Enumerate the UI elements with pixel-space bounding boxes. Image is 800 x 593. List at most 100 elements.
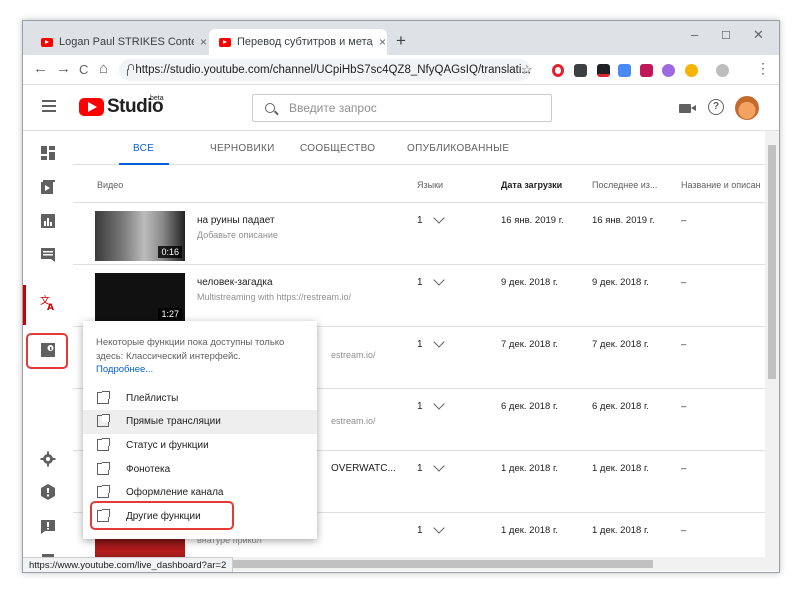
browser-menu-icon[interactable]: ⋮: [756, 60, 770, 77]
menu-item-status-features[interactable]: Статус и функции: [83, 434, 317, 458]
language-count: 1: [417, 277, 423, 288]
browser-tab-logan-paul[interactable]: Logan Paul STRIKES Content, Poi ×: [31, 29, 207, 55]
url-text: https://studio.youtube.com/channel/UCpiH…: [135, 64, 531, 76]
minimize-icon[interactable]: –: [691, 27, 698, 42]
last-edited: 16 янв. 2019 г.: [592, 215, 655, 226]
extension-icon[interactable]: [597, 64, 610, 77]
video-description: estream.io/: [331, 350, 376, 360]
menu-item-live-streaming[interactable]: Прямые трансляции: [83, 410, 317, 434]
upload-date: 7 дек. 2018 г.: [501, 339, 558, 350]
maximize-icon[interactable]: ☐: [721, 29, 731, 42]
youtube-logo-icon[interactable]: [79, 98, 104, 116]
opera-extension-icon[interactable]: [552, 64, 564, 77]
video-thumbnail[interactable]: 1:27: [95, 273, 185, 323]
menu-item-label: Прямые трансляции: [126, 416, 221, 427]
analytics-icon[interactable]: [40, 213, 56, 229]
active-indicator: [23, 285, 26, 325]
create-video-icon[interactable]: [679, 104, 696, 113]
classic-notice: Некоторые функции пока доступны только з…: [96, 337, 285, 362]
browser-tab-translations[interactable]: Перевод субтитров и метаданн ×: [209, 29, 387, 55]
help-icon[interactable]: ?: [708, 99, 724, 115]
horizontal-scroll-thumb[interactable]: [233, 560, 653, 568]
address-bar[interactable]: https://studio.youtube.com/channel/UCpiH…: [119, 59, 531, 81]
video-thumbnail[interactable]: 0:16: [95, 211, 185, 261]
header-title-description[interactable]: Название и описан: [681, 180, 761, 190]
external-link-icon: [97, 414, 110, 427]
close-window-icon[interactable]: ✕: [753, 27, 764, 43]
last-edited: 7 дек. 2018 г.: [592, 339, 649, 350]
title-description-status: –: [681, 215, 687, 226]
horizontal-scrollbar[interactable]: [223, 557, 779, 571]
extension-icon[interactable]: [618, 64, 631, 77]
header-upload-date[interactable]: Дата загрузки: [501, 180, 562, 190]
extension-icon[interactable]: [685, 64, 698, 77]
extension-icon[interactable]: [662, 64, 675, 77]
menu-item-label: Статус и функции: [126, 440, 209, 451]
search-input[interactable]: Введите запрос: [252, 94, 552, 122]
chevron-down-icon[interactable]: [433, 212, 445, 224]
search-icon: [265, 103, 275, 113]
vertical-scroll-thumb[interactable]: [768, 145, 776, 379]
table-row[interactable]: 1:27 человек-загадка Multistreaming with…: [73, 265, 765, 327]
home-icon[interactable]: ⌂: [99, 60, 108, 77]
feedback-icon[interactable]: [40, 519, 56, 535]
profile-icon[interactable]: [716, 64, 729, 77]
video-description: Добавьте описание: [197, 230, 278, 240]
tab-strip: Logan Paul STRIKES Content, Poi × Перево…: [23, 21, 779, 55]
video-title[interactable]: человек-загадка: [197, 277, 273, 288]
menu-item-playlists[interactable]: Плейлисты: [83, 387, 317, 411]
classic-studio-menu: Некоторые функции пока доступны только з…: [83, 321, 317, 539]
upload-date: 9 дек. 2018 г.: [501, 277, 558, 288]
video-title[interactable]: OVERWATC...: [331, 463, 396, 474]
avatar[interactable]: [735, 96, 759, 120]
videos-icon[interactable]: [40, 179, 56, 195]
last-edited: 1 дек. 2018 г.: [592, 463, 649, 474]
video-duration: 1:27: [158, 308, 182, 320]
header-last-edited[interactable]: Последнее из...: [592, 180, 657, 190]
learn-more-link[interactable]: Подробнее...: [96, 364, 153, 375]
menu-item-label: Оформление канала: [126, 487, 224, 498]
reload-icon[interactable]: C: [79, 62, 88, 77]
tab-close-icon[interactable]: ×: [379, 35, 386, 49]
status-url-bubble: https://www.youtube.com/live_dashboard?a…: [23, 557, 234, 572]
forward-icon[interactable]: →: [56, 60, 71, 77]
tab-community[interactable]: СООБЩЕСТВО: [300, 143, 375, 154]
beta-badge: beta: [150, 95, 164, 102]
classic-studio-icon[interactable]: [40, 342, 56, 358]
browser-toolbar: ← → C ⌂ https://studio.youtube.com/chann…: [23, 55, 779, 85]
chevron-down-icon[interactable]: [433, 460, 445, 472]
menu-icon[interactable]: [42, 100, 56, 115]
tab-close-icon[interactable]: ×: [200, 35, 207, 49]
tab-drafts[interactable]: ЧЕРНОВИКИ: [210, 143, 275, 154]
language-count: 1: [417, 463, 423, 474]
video-title[interactable]: на руины падает: [197, 215, 275, 226]
new-tab-button[interactable]: +: [396, 31, 406, 51]
table-row[interactable]: 0:16 на руины падает Добавьте описание 1…: [73, 203, 765, 265]
title-description-status: –: [681, 463, 687, 474]
chevron-down-icon[interactable]: [433, 398, 445, 410]
tab-published[interactable]: ОПУБЛИКОВАННЫЕ: [407, 143, 509, 154]
browser-window: Logan Paul STRIKES Content, Poi × Перево…: [22, 20, 780, 573]
header-languages[interactable]: Языки: [417, 180, 443, 190]
title-description-status: –: [681, 277, 687, 288]
menu-item-audio-library[interactable]: Фонотека: [83, 458, 317, 482]
comments-icon[interactable]: [40, 247, 56, 263]
chevron-down-icon[interactable]: [433, 274, 445, 286]
status-icon[interactable]: [40, 484, 56, 500]
upload-date: 6 дек. 2018 г.: [501, 401, 558, 412]
tab-all[interactable]: ВСЕ: [133, 143, 154, 154]
search-placeholder: Введите запрос: [289, 101, 377, 115]
last-edited: 6 дек. 2018 г.: [592, 401, 649, 412]
vertical-scrollbar[interactable]: [765, 131, 779, 557]
chevron-down-icon[interactable]: [433, 522, 445, 534]
chevron-down-icon[interactable]: [433, 336, 445, 348]
back-icon[interactable]: ←: [33, 60, 48, 77]
youtube-favicon-icon: [219, 37, 231, 47]
translations-icon[interactable]: 文 A: [40, 294, 56, 310]
extension-icon[interactable]: [640, 64, 653, 77]
tab-title: Logan Paul STRIKES Content, Poi: [59, 36, 194, 48]
gear-icon[interactable]: [40, 451, 56, 467]
extension-icon[interactable]: [574, 64, 587, 77]
dashboard-icon[interactable]: [40, 145, 56, 161]
bookmark-star-icon[interactable]: ☆: [521, 62, 533, 78]
